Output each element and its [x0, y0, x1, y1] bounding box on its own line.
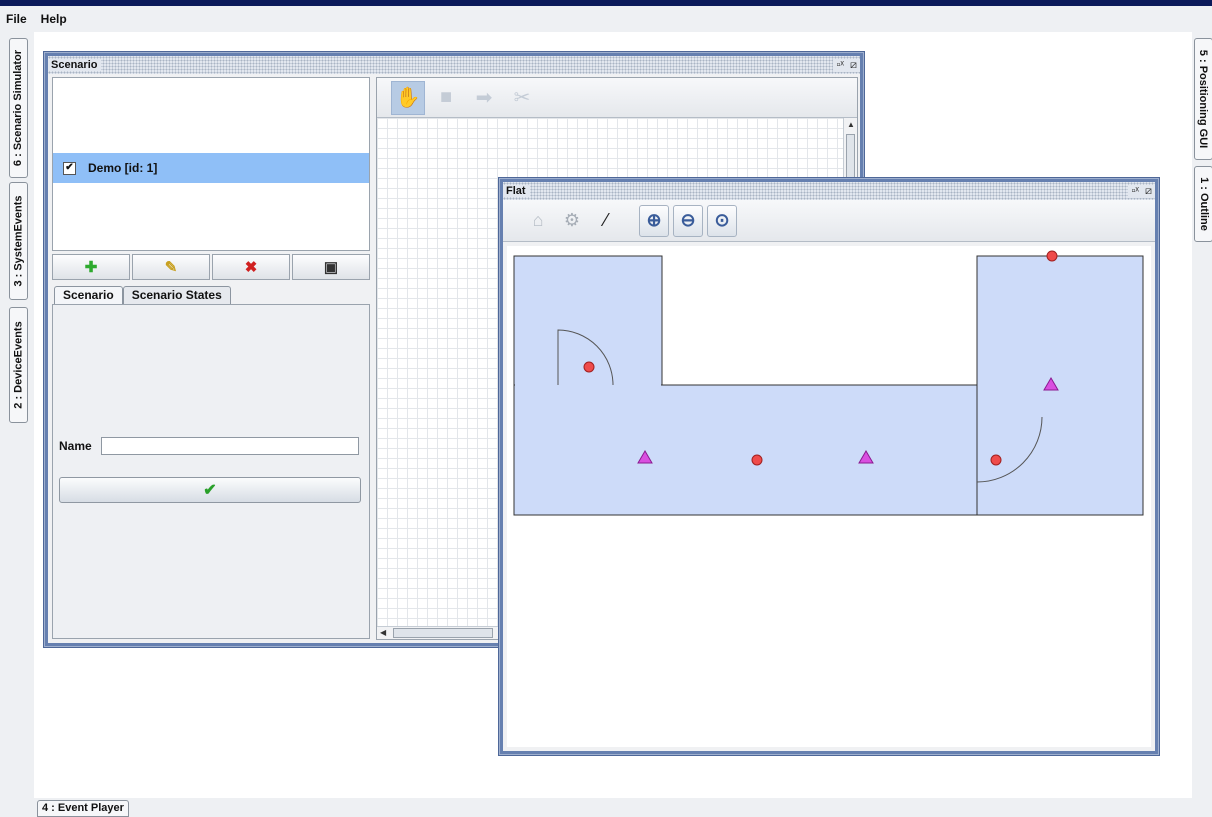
- scenario-list: ✔ Demo [id: 1]: [52, 77, 370, 251]
- flat-window: Flat ▫ˣ ⧄ ⌂ ⚙ ⁄ ⊕ ⊖ ⊙: [498, 177, 1160, 756]
- dock-tab-label: 3 : SystemEvents: [12, 195, 25, 287]
- maximize-icon[interactable]: ⧄: [850, 59, 857, 72]
- scenario-tabs: Scenario Scenario States: [54, 286, 231, 304]
- floor-plan-canvas[interactable]: [507, 246, 1151, 747]
- name-label: Name: [59, 439, 92, 453]
- dock-tab-device-events[interactable]: 2 : DeviceEvents: [9, 307, 28, 423]
- flat-title: Flat: [503, 185, 530, 197]
- list-item[interactable]: ✔ Demo [id: 1]: [53, 153, 369, 183]
- scenario-titlebar[interactable]: Scenario ▫ˣ ⧄: [48, 56, 860, 74]
- arrow-icon[interactable]: ➡: [467, 81, 501, 115]
- edit-button[interactable]: ✎: [132, 254, 210, 280]
- dock-tab-system-events[interactable]: 3 : SystemEvents: [9, 182, 28, 300]
- scenario-toolbar: ✋ ■ ➡ ✂: [377, 78, 857, 118]
- flat-titlebar[interactable]: Flat ▫ˣ ⧄: [503, 182, 1155, 200]
- list-item-label: Demo [id: 1]: [88, 161, 158, 175]
- room-right: [976, 255, 1144, 516]
- dock-tab-label: 1 : Outline: [1197, 177, 1210, 231]
- flat-body: ⌂ ⚙ ⁄ ⊕ ⊖ ⊙: [503, 200, 1155, 751]
- hand-icon[interactable]: ✋: [391, 80, 425, 115]
- scenario-title: Scenario: [48, 59, 102, 71]
- pencil-icon: ✎: [164, 259, 178, 276]
- maximize-icon[interactable]: ⧄: [1145, 185, 1152, 198]
- delete-button[interactable]: ✖: [212, 254, 290, 280]
- menu-help[interactable]: Help: [41, 12, 67, 26]
- scenario-tab-panel: Name ✔: [52, 304, 370, 639]
- restore-icon[interactable]: ▫ˣ: [1131, 185, 1139, 198]
- dock-tab-scenario-simulator[interactable]: 6 : Scenario Simulator: [9, 38, 28, 178]
- room-corridor: [513, 384, 978, 516]
- delete-x-icon: ✖: [244, 259, 258, 276]
- sensor-marker[interactable]: [1046, 250, 1058, 262]
- dock-tab-positioning-gui[interactable]: 5 : Positioning GUI: [1194, 38, 1212, 160]
- zoom-in-icon[interactable]: ⊕: [639, 204, 669, 237]
- sensor-marker[interactable]: [751, 454, 763, 466]
- bottom-dock: [34, 798, 1192, 817]
- checkbox[interactable]: ✔: [63, 161, 76, 175]
- confirm-button[interactable]: ✔: [59, 477, 361, 503]
- scenario-button-row: ✚ ✎ ✖ ▣: [52, 254, 370, 280]
- magic-wand-icon[interactable]: ⁄: [591, 205, 621, 237]
- plus-icon: ✚: [84, 259, 98, 276]
- floppy-disk-icon: ▣: [323, 259, 339, 276]
- dock-tab-event-player[interactable]: 4 : Event Player: [37, 800, 129, 817]
- menu-bar: File Help: [0, 6, 1212, 32]
- dock-tab-label: 5 : Positioning GUI: [1197, 49, 1210, 149]
- stop-icon[interactable]: ■: [429, 81, 463, 115]
- flat-toolbar: ⌂ ⚙ ⁄ ⊕ ⊖ ⊙: [503, 200, 1155, 242]
- scroll-thumb[interactable]: [393, 628, 493, 638]
- home-icon[interactable]: ⌂: [523, 205, 553, 237]
- dock-tab-outline[interactable]: 1 : Outline: [1194, 166, 1212, 242]
- gear-icon[interactable]: ⚙: [557, 205, 587, 237]
- dock-tab-label: 6 : Scenario Simulator: [12, 49, 25, 167]
- tab-scenario[interactable]: Scenario: [54, 286, 123, 304]
- name-input[interactable]: [101, 437, 359, 455]
- floor-plan-svg: [513, 250, 1144, 516]
- zoom-out-icon[interactable]: ⊖: [673, 204, 703, 237]
- restore-icon[interactable]: ▫ˣ: [836, 59, 844, 72]
- sensor-marker[interactable]: [990, 454, 1002, 466]
- menu-file[interactable]: File: [6, 12, 27, 26]
- checkmark-icon: ✔: [203, 482, 217, 499]
- scissors-icon[interactable]: ✂: [505, 81, 539, 115]
- sensor-marker[interactable]: [583, 361, 595, 373]
- zoom-fit-icon[interactable]: ⊙: [707, 204, 737, 237]
- add-button[interactable]: ✚: [52, 254, 130, 280]
- dock-tab-label: 2 : DeviceEvents: [12, 321, 25, 409]
- scroll-up-icon[interactable]: ▲: [847, 120, 855, 129]
- tab-scenario-states[interactable]: Scenario States: [122, 286, 231, 304]
- scroll-left-icon[interactable]: ◀: [380, 628, 386, 637]
- save-button[interactable]: ▣: [292, 254, 370, 280]
